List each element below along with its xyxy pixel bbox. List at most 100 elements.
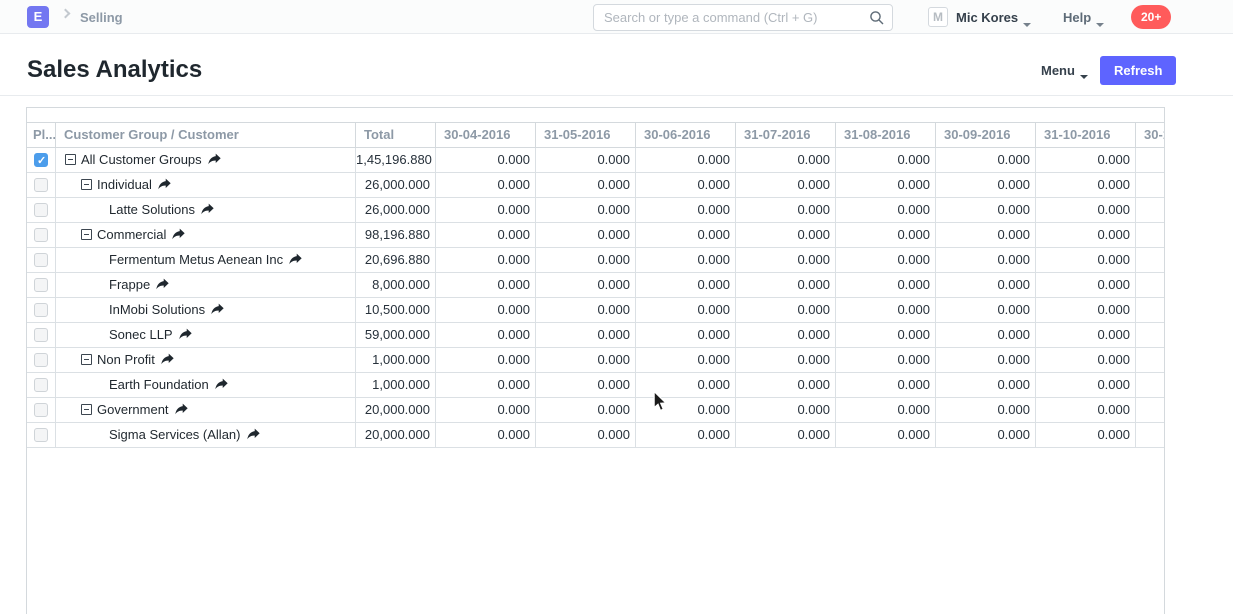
row-checkbox[interactable] bbox=[34, 428, 48, 442]
open-link-icon[interactable] bbox=[208, 153, 221, 165]
open-link-icon[interactable] bbox=[247, 428, 260, 440]
clipped-cell bbox=[1136, 198, 1165, 222]
checkbox-cell bbox=[27, 173, 56, 197]
row-checkbox[interactable] bbox=[34, 378, 48, 392]
app-logo[interactable]: E bbox=[27, 6, 49, 28]
collapse-icon[interactable] bbox=[81, 404, 92, 415]
row-checkbox[interactable] bbox=[34, 203, 48, 217]
breadcrumb-chevron-icon bbox=[61, 9, 71, 19]
customer-cell: All Customer Groups bbox=[56, 148, 356, 172]
checkbox-cell bbox=[27, 398, 56, 422]
month-value: 0.000 bbox=[936, 323, 1036, 347]
month-value: 0.000 bbox=[1036, 373, 1136, 397]
open-link-icon[interactable] bbox=[175, 403, 188, 415]
column-header[interactable]: 31-08-2016 bbox=[836, 123, 936, 147]
open-link-icon[interactable] bbox=[158, 178, 171, 190]
menu-button[interactable]: Menu bbox=[1041, 63, 1088, 78]
table-row: Sigma Services (Allan)20,000.0000.0000.0… bbox=[27, 423, 1164, 448]
notifications-badge[interactable]: 20+ bbox=[1131, 5, 1171, 29]
clipped-cell bbox=[1136, 298, 1165, 322]
row-checkbox[interactable] bbox=[34, 178, 48, 192]
row-checkbox[interactable] bbox=[34, 278, 48, 292]
grid-top-strip bbox=[27, 108, 1164, 123]
month-value: 0.000 bbox=[536, 398, 636, 422]
search-icon[interactable] bbox=[869, 10, 885, 26]
table-row: Latte Solutions26,000.0000.0000.0000.000… bbox=[27, 198, 1164, 223]
table-row: Commercial98,196.8800.0000.0000.0000.000… bbox=[27, 223, 1164, 248]
avatar[interactable]: M bbox=[928, 7, 948, 27]
open-link-icon[interactable] bbox=[172, 228, 185, 240]
chevron-down-icon bbox=[1023, 23, 1031, 31]
row-checkbox[interactable] bbox=[34, 328, 48, 342]
month-value: 0.000 bbox=[836, 223, 936, 247]
column-header[interactable]: Total bbox=[356, 123, 436, 147]
total-value: 20,696.880 bbox=[356, 248, 436, 272]
open-link-icon[interactable] bbox=[289, 253, 302, 265]
row-checkbox[interactable] bbox=[34, 403, 48, 417]
row-label: Government bbox=[97, 402, 169, 417]
clipped-cell bbox=[1136, 273, 1165, 297]
open-link-icon[interactable] bbox=[211, 303, 224, 315]
month-value: 0.000 bbox=[836, 198, 936, 222]
open-link-icon[interactable] bbox=[201, 203, 214, 215]
user-menu[interactable]: Mic Kores bbox=[956, 10, 1031, 25]
month-value: 0.000 bbox=[1036, 148, 1136, 172]
collapse-icon[interactable] bbox=[81, 354, 92, 365]
row-checkbox[interactable] bbox=[34, 303, 48, 317]
column-header[interactable]: 30-04-2016 bbox=[436, 123, 536, 147]
collapse-icon[interactable] bbox=[81, 229, 92, 240]
row-checkbox[interactable] bbox=[34, 253, 48, 267]
table-row: Fermentum Metus Aenean Inc20,696.8800.00… bbox=[27, 248, 1164, 273]
month-value: 0.000 bbox=[736, 373, 836, 397]
open-link-icon[interactable] bbox=[215, 378, 228, 390]
total-value: 1,45,196.880 bbox=[356, 148, 436, 172]
month-value: 0.000 bbox=[936, 198, 1036, 222]
month-value: 0.000 bbox=[1036, 298, 1136, 322]
open-link-icon[interactable] bbox=[179, 328, 192, 340]
clipped-cell bbox=[1136, 373, 1165, 397]
clipped-cell bbox=[1136, 248, 1165, 272]
month-value: 0.000 bbox=[636, 273, 736, 297]
column-header[interactable]: 30-1 bbox=[1136, 123, 1165, 147]
checkbox-cell bbox=[27, 298, 56, 322]
table-row: Frappe8,000.0000.0000.0000.0000.0000.000… bbox=[27, 273, 1164, 298]
month-value: 0.000 bbox=[436, 323, 536, 347]
month-value: 0.000 bbox=[436, 198, 536, 222]
open-link-icon[interactable] bbox=[161, 353, 174, 365]
month-value: 0.000 bbox=[636, 398, 736, 422]
column-header[interactable]: 31-05-2016 bbox=[536, 123, 636, 147]
month-value: 0.000 bbox=[1036, 173, 1136, 197]
row-checkbox-checked[interactable] bbox=[34, 153, 48, 167]
open-link-icon[interactable] bbox=[156, 278, 169, 290]
table-header-row: Pl...Customer Group / CustomerTotal30-04… bbox=[27, 123, 1164, 148]
search-input[interactable] bbox=[594, 5, 859, 30]
table-row: Earth Foundation1,000.0000.0000.0000.000… bbox=[27, 373, 1164, 398]
row-label: InMobi Solutions bbox=[109, 302, 205, 317]
row-checkbox[interactable] bbox=[34, 228, 48, 242]
month-value: 0.000 bbox=[1036, 223, 1136, 247]
row-label: Fermentum Metus Aenean Inc bbox=[109, 252, 283, 267]
column-header[interactable]: Pl... bbox=[27, 123, 56, 147]
month-value: 0.000 bbox=[936, 223, 1036, 247]
collapse-icon[interactable] bbox=[65, 154, 76, 165]
customer-cell: Earth Foundation bbox=[56, 373, 356, 397]
refresh-button[interactable]: Refresh bbox=[1100, 56, 1176, 85]
table-row: Individual26,000.0000.0000.0000.0000.000… bbox=[27, 173, 1164, 198]
breadcrumb[interactable]: Selling bbox=[80, 10, 123, 25]
month-value: 0.000 bbox=[736, 323, 836, 347]
column-header[interactable]: 30-06-2016 bbox=[636, 123, 736, 147]
month-value: 0.000 bbox=[536, 298, 636, 322]
help-menu[interactable]: Help bbox=[1063, 10, 1104, 25]
column-header[interactable]: 31-07-2016 bbox=[736, 123, 836, 147]
collapse-icon[interactable] bbox=[81, 179, 92, 190]
month-value: 0.000 bbox=[936, 173, 1036, 197]
column-header[interactable]: Customer Group / Customer bbox=[56, 123, 356, 147]
checkbox-cell bbox=[27, 248, 56, 272]
column-header[interactable]: 31-10-2016 bbox=[1036, 123, 1136, 147]
user-name: Mic Kores bbox=[956, 10, 1018, 25]
total-value: 59,000.000 bbox=[356, 323, 436, 347]
month-value: 0.000 bbox=[736, 148, 836, 172]
column-header[interactable]: 30-09-2016 bbox=[936, 123, 1036, 147]
row-checkbox[interactable] bbox=[34, 353, 48, 367]
month-value: 0.000 bbox=[936, 348, 1036, 372]
